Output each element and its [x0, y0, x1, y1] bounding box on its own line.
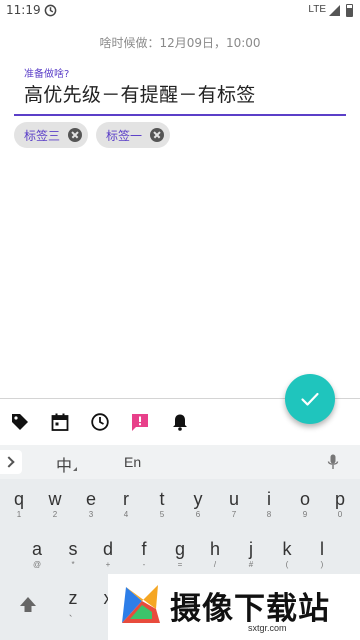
sync-icon	[44, 4, 57, 17]
keyboard-toolbar: 中 En	[0, 445, 360, 479]
task-input[interactable]: 高优先级－有提醒－有标签	[24, 80, 256, 107]
calendar-icon[interactable]	[50, 412, 70, 432]
reminder-time-text[interactable]: 啥时候做：12月09日，10:00	[0, 34, 360, 51]
remove-tag-icon[interactable]	[68, 128, 83, 142]
key-g[interactable]: g =	[165, 539, 195, 570]
key-k[interactable]: k(	[272, 539, 302, 570]
remove-tag-icon[interactable]	[150, 128, 165, 142]
priority-icon[interactable]	[130, 412, 150, 432]
key-e[interactable]: e3	[76, 489, 106, 520]
task-field-label: 准备做啥?	[24, 69, 70, 80]
key-p[interactable]: p0	[325, 489, 355, 520]
tag-chip-label: 标签一	[106, 128, 143, 143]
english-mode-key[interactable]: En	[124, 454, 141, 470]
chinese-mode-indicator	[73, 467, 77, 471]
signal-icon	[329, 5, 340, 16]
key-f[interactable]: f-	[129, 539, 159, 570]
save-task-button[interactable]	[285, 374, 335, 424]
key-j[interactable]: j #	[236, 539, 266, 570]
key-h[interactable]: h /	[200, 539, 230, 570]
key-y[interactable]: y6	[183, 489, 213, 520]
network-type: LTE	[308, 4, 326, 15]
tag-chip-label: 标签三	[24, 128, 61, 143]
key-t[interactable]: t5	[147, 489, 177, 520]
watermark-url: sxtgr.com	[248, 623, 287, 633]
key-d[interactable]: d +	[93, 539, 123, 570]
status-bar: 11:19 LTE	[0, 0, 360, 22]
watermark: 摄像下载站 sxtgr.com	[108, 574, 360, 640]
key-a[interactable]: a @	[22, 539, 52, 570]
status-time: 11:19	[6, 3, 41, 17]
tag-chip[interactable]: 标签三	[14, 122, 89, 148]
key-s[interactable]: s *	[58, 539, 88, 570]
chinese-mode-key[interactable]: 中	[56, 452, 72, 476]
shift-key[interactable]	[18, 595, 38, 615]
tag-chips: 标签三 标签一	[14, 122, 171, 148]
key-z[interactable]: z、	[58, 588, 88, 619]
tag-icon[interactable]	[10, 412, 30, 432]
battery-icon	[346, 4, 353, 17]
microphone-icon[interactable]	[327, 454, 339, 471]
key-r[interactable]: r4	[111, 489, 141, 520]
key-q[interactable]: q1	[4, 489, 34, 520]
key-w[interactable]: w2	[40, 489, 70, 520]
key-l[interactable]: l)	[307, 539, 337, 570]
bell-icon[interactable]	[170, 412, 190, 432]
check-icon	[301, 392, 319, 406]
watermark-logo	[122, 585, 160, 623]
task-input-underline	[14, 114, 346, 116]
keyboard-expand-button[interactable]	[0, 450, 22, 474]
watermark-title: 摄像下载站	[170, 591, 330, 627]
key-o[interactable]: o9	[290, 489, 320, 520]
key-u[interactable]: u7	[219, 489, 249, 520]
key-i[interactable]: i8	[254, 489, 284, 520]
clock-icon[interactable]	[90, 412, 110, 432]
tag-chip[interactable]: 标签一	[96, 122, 171, 148]
